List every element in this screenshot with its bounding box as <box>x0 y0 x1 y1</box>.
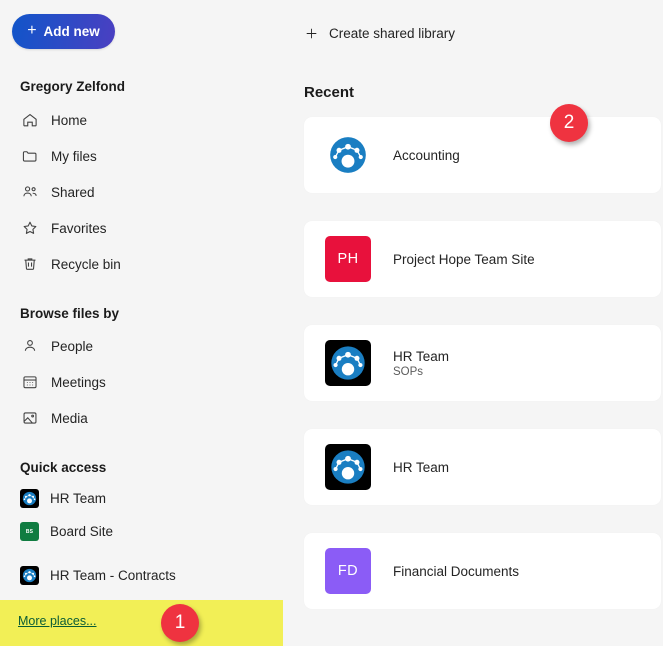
quick-access-item-hr-team[interactable]: HR Team <box>0 482 284 515</box>
plus-icon: + <box>27 21 37 39</box>
list-item-text: Accounting <box>393 148 460 163</box>
sidebar-item-label: Home <box>51 112 88 128</box>
list-item-text: HR Team <box>393 460 449 475</box>
list-item[interactable]: HR Team SOPs <box>304 325 661 401</box>
sidebar-item-label: Shared <box>51 184 95 200</box>
sharepoint-team-icon <box>20 566 39 585</box>
more-places-link[interactable]: More places... <box>18 614 97 628</box>
image-icon <box>20 409 39 428</box>
sidebar-item-label: Recycle bin <box>51 256 121 272</box>
person-icon <box>20 337 39 356</box>
sidebar-item-meetings[interactable]: Meetings <box>0 364 284 400</box>
sidebar-item-label: People <box>51 338 94 354</box>
more-places-highlight-band: More places... <box>0 600 283 646</box>
create-shared-library-button[interactable]: Create shared library <box>303 25 455 42</box>
site-initials: PH <box>337 251 359 267</box>
sharepoint-circle-icon <box>325 132 371 178</box>
annotation-badge-2: 2 <box>550 104 588 142</box>
list-item[interactable]: HR Team <box>304 429 661 505</box>
annotation-badge-1: 1 <box>161 604 199 642</box>
home-icon <box>20 111 39 130</box>
sidebar-item-home[interactable]: Home <box>0 102 284 138</box>
recent-heading: Recent <box>304 84 355 101</box>
list-item-title: HR Team <box>393 348 450 364</box>
sharepoint-team-icon <box>325 340 371 386</box>
site-initials: BS <box>25 528 34 535</box>
people-shared-icon <box>20 183 39 202</box>
trash-icon <box>20 255 39 274</box>
list-item-title: Accounting <box>393 147 460 163</box>
quick-access-item-label: HR Team <box>50 491 107 506</box>
onedrive-home-screen: + Add new Gregory Zelfond Home My files <box>0 0 663 646</box>
list-item-text: Project Hope Team Site <box>393 252 535 267</box>
plus-icon <box>303 25 320 42</box>
site-initials-tile: BS <box>20 522 39 541</box>
browse-files-by-heading: Browse files by <box>20 306 120 321</box>
list-item-title: Project Hope Team Site <box>393 251 535 267</box>
site-initials-tile: FD <box>325 548 371 594</box>
quick-access-item-board-site[interactable]: BS Board Site <box>0 515 284 548</box>
create-shared-library-label: Create shared library <box>329 26 456 41</box>
list-item[interactable]: PH Project Hope Team Site <box>304 221 661 297</box>
site-initials-tile: PH <box>325 236 371 282</box>
main-content: Create shared library Recent Accounting … <box>284 0 663 646</box>
user-name-heading: Gregory Zelfond <box>20 79 126 94</box>
sharepoint-team-icon <box>325 444 371 490</box>
quick-access-heading: Quick access <box>20 460 107 475</box>
site-initials: FD <box>337 563 359 579</box>
list-item-title: HR Team <box>393 459 450 475</box>
sidebar-item-shared[interactable]: Shared <box>0 174 284 210</box>
recent-list: Accounting PH Project Hope Team Site HR … <box>304 117 663 609</box>
sidebar-item-recycle-bin[interactable]: Recycle bin <box>0 246 284 282</box>
sharepoint-team-icon <box>20 489 39 508</box>
list-item[interactable]: Accounting <box>304 117 661 193</box>
sidebar-item-label: My files <box>51 148 97 164</box>
sidebar-item-people[interactable]: People <box>0 328 284 364</box>
list-item-text: Financial Documents <box>393 564 519 579</box>
quick-access-item-label: Board Site <box>50 524 114 539</box>
list-item-subtitle: SOPs <box>393 365 424 378</box>
sidebar-item-label: Media <box>51 410 88 426</box>
folder-icon <box>20 147 39 166</box>
quick-access-item-label: HR Team - Contracts <box>50 568 176 583</box>
sidebar-item-favorites[interactable]: Favorites <box>0 210 284 246</box>
list-item-text: HR Team SOPs <box>393 349 449 378</box>
sidebar-item-label: Favorites <box>51 220 107 236</box>
list-item-title: Financial Documents <box>393 563 520 579</box>
list-item[interactable]: FD Financial Documents <box>304 533 661 609</box>
quick-access-item-hr-team-contracts[interactable]: HR Team - Contracts <box>0 559 284 592</box>
add-new-label: Add new <box>43 24 100 39</box>
sidebar-item-media[interactable]: Media <box>0 400 284 436</box>
add-new-button[interactable]: + Add new <box>12 14 115 49</box>
star-icon <box>20 219 39 238</box>
sidebar-item-my-files[interactable]: My files <box>0 138 284 174</box>
sidebar-item-label: Meetings <box>51 374 106 390</box>
left-sidebar: + Add new Gregory Zelfond Home My files <box>0 0 284 646</box>
calendar-icon <box>20 373 39 392</box>
